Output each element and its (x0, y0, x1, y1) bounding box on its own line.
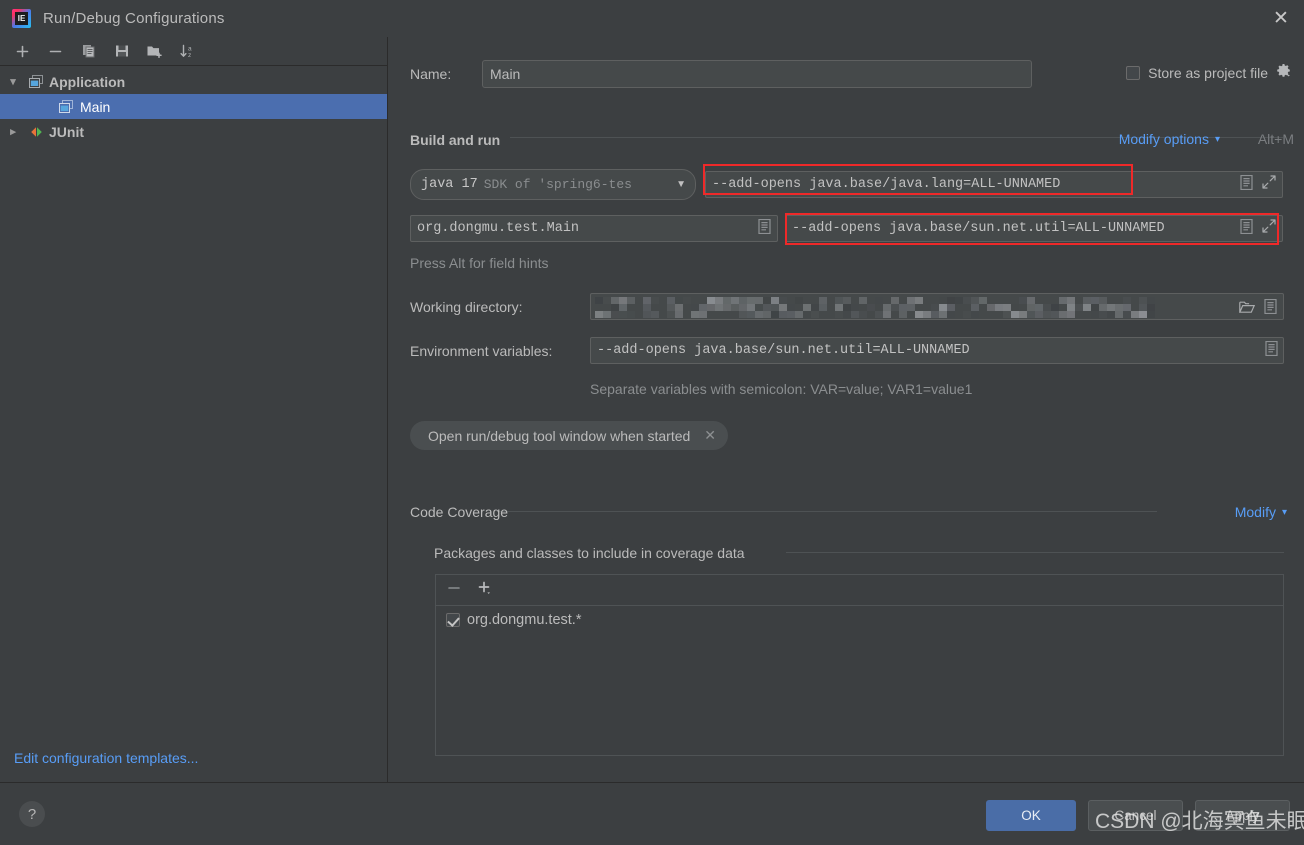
tree-label: Application (49, 73, 126, 90)
svg-text:z: z (188, 52, 191, 59)
coverage-subsection-title: Packages and classes to include in cover… (434, 545, 745, 561)
modify-options-link[interactable]: Modify options ▾ (1119, 131, 1220, 147)
working-directory-input[interactable] (590, 293, 1284, 320)
coverage-packages-toolbar (436, 575, 1283, 606)
open-tool-window-chip[interactable]: Open run/debug tool window when started … (410, 421, 729, 450)
jdk-description: SDK of 'spring6-tes (483, 177, 632, 192)
chevron-down-icon[interactable]: ▾ (0, 75, 26, 88)
main-class-value: org.dongmu.test.Main (417, 221, 580, 236)
copy-configuration-button[interactable] (72, 38, 105, 64)
jdk-name: java 17 (421, 177, 478, 192)
macro-icon[interactable] (1240, 174, 1253, 195)
jdk-selector[interactable]: java 17 SDK of 'spring6-tes ▼ (410, 169, 696, 200)
macro-icon[interactable] (758, 218, 771, 239)
remove-configuration-button[interactable] (39, 38, 72, 64)
working-directory-label: Working directory: (410, 298, 523, 315)
configuration-editor-panel: Name: Main Store as project file Build a… (389, 37, 1304, 782)
name-row: Name: Main (410, 60, 1032, 88)
chevron-down-icon: ▾ (1281, 506, 1287, 518)
environment-variables-field-icons (1265, 340, 1278, 361)
build-and-run-title: Build and run (410, 132, 511, 148)
tree-label: Main (80, 98, 111, 115)
coverage-sub-divider (786, 552, 1284, 553)
program-arguments-field-icons (1240, 218, 1276, 239)
chevron-down-icon[interactable]: ▼ (676, 179, 686, 190)
ok-button[interactable]: OK (986, 800, 1076, 831)
add-configuration-button[interactable] (6, 38, 39, 64)
coverage-modify-label: Modify (1234, 504, 1276, 520)
application-icon (26, 74, 46, 89)
tree-group-application[interactable]: ▾ Application (0, 69, 387, 94)
sidebar-toolbar: a z (0, 37, 387, 66)
vm-options-value: --add-opens java.base/java.lang=ALL-UNNA… (712, 177, 1061, 192)
environment-variables-input[interactable]: --add-opens java.base/sun.net.util=ALL-U… (590, 337, 1284, 364)
modify-options-label: Modify options (1118, 131, 1209, 147)
main-class-input[interactable]: org.dongmu.test.Main (410, 215, 778, 242)
chevron-right-icon[interactable]: ▸ (0, 125, 26, 138)
remove-package-button[interactable] (446, 580, 462, 601)
configurations-tree: ▾ Application Main ▸ JUnit (0, 66, 387, 144)
coverage-divider (497, 511, 1157, 512)
gear-icon[interactable] (1276, 63, 1291, 83)
coverage-modify-link[interactable]: Modify ▾ (1235, 504, 1287, 520)
close-icon[interactable]: ✕ (704, 427, 716, 444)
name-label: Name: (410, 66, 452, 82)
tree-group-junit[interactable]: ▸ JUnit (0, 119, 387, 144)
title-bar: IE Run/Debug Configurations ✕ (0, 0, 1304, 37)
coverage-list-item[interactable]: org.dongmu.test.* (436, 606, 1283, 628)
environment-variables-label: Environment variables: (410, 342, 553, 359)
tree-item-main[interactable]: Main (0, 94, 387, 119)
run-debug-configurations-dialog: IE Run/Debug Configurations ✕ a z ▾ Appl… (0, 0, 1304, 845)
working-directory-row: Working directory: (410, 293, 1284, 320)
environment-variables-value: --add-opens java.base/sun.net.util=ALL-U… (597, 343, 970, 358)
vm-options-input[interactable]: --add-opens java.base/java.lang=ALL-UNNA… (705, 171, 1283, 198)
edit-configuration-templates-link[interactable]: Edit configuration templates... (14, 750, 198, 766)
close-icon[interactable]: ✕ (1258, 0, 1304, 37)
coverage-item-label: org.dongmu.test.* (467, 612, 582, 628)
modify-options-shortcut: Alt+M (1257, 131, 1294, 147)
working-directory-field-icons (1238, 298, 1277, 319)
help-button[interactable]: ? (19, 801, 45, 827)
window-title: Run/Debug Configurations (43, 10, 225, 27)
program-arguments-input[interactable]: --add-opens java.base/sun.net.util=ALL-U… (785, 215, 1283, 242)
junit-icon (26, 125, 46, 139)
application-icon (56, 99, 76, 114)
intellij-idea-icon: IE (12, 9, 31, 28)
save-configuration-button[interactable] (105, 38, 138, 64)
coverage-packages-panel: org.dongmu.test.* (435, 574, 1284, 756)
macro-icon[interactable] (1264, 298, 1277, 319)
store-as-project-file-label: Store as project file (1148, 65, 1268, 81)
macro-icon[interactable] (1240, 218, 1253, 239)
configurations-sidebar: a z ▾ Application Main ▸ JUnit Edit conf… (0, 37, 388, 782)
browse-folder-icon[interactable] (1238, 300, 1256, 319)
expand-icon[interactable] (1262, 175, 1276, 194)
add-package-button[interactable] (476, 579, 494, 602)
chip-label: Open run/debug tool window when started (428, 427, 691, 444)
coverage-item-checkbox[interactable] (446, 613, 460, 627)
store-as-project-file-checkbox[interactable] (1126, 66, 1141, 80)
tree-label: JUnit (49, 123, 84, 140)
chevron-down-icon: ▾ (1214, 133, 1220, 145)
main-class-field-icons (758, 218, 771, 239)
csdn-watermark: CSDN @北海冥鱼未眠 (1095, 810, 1304, 833)
new-folder-button[interactable] (138, 38, 171, 64)
environment-variables-row: Environment variables: --add-opens java.… (410, 337, 1284, 364)
name-input[interactable]: Main (482, 60, 1032, 88)
field-hint-text: Press Alt for field hints (410, 255, 549, 271)
code-coverage-title: Code Coverage (410, 504, 509, 520)
vm-options-field-icons (1240, 174, 1276, 195)
macro-icon[interactable] (1265, 340, 1278, 361)
environment-variables-hint: Separate variables with semicolon: VAR=v… (590, 381, 973, 397)
expand-icon[interactable] (1262, 219, 1276, 238)
program-arguments-value: --add-opens java.base/sun.net.util=ALL-U… (792, 221, 1165, 236)
store-as-project-file-row[interactable]: Store as project file (1126, 63, 1291, 83)
redacted-path-overlay (595, 297, 1155, 318)
sort-configurations-button[interactable]: a z (171, 38, 204, 64)
